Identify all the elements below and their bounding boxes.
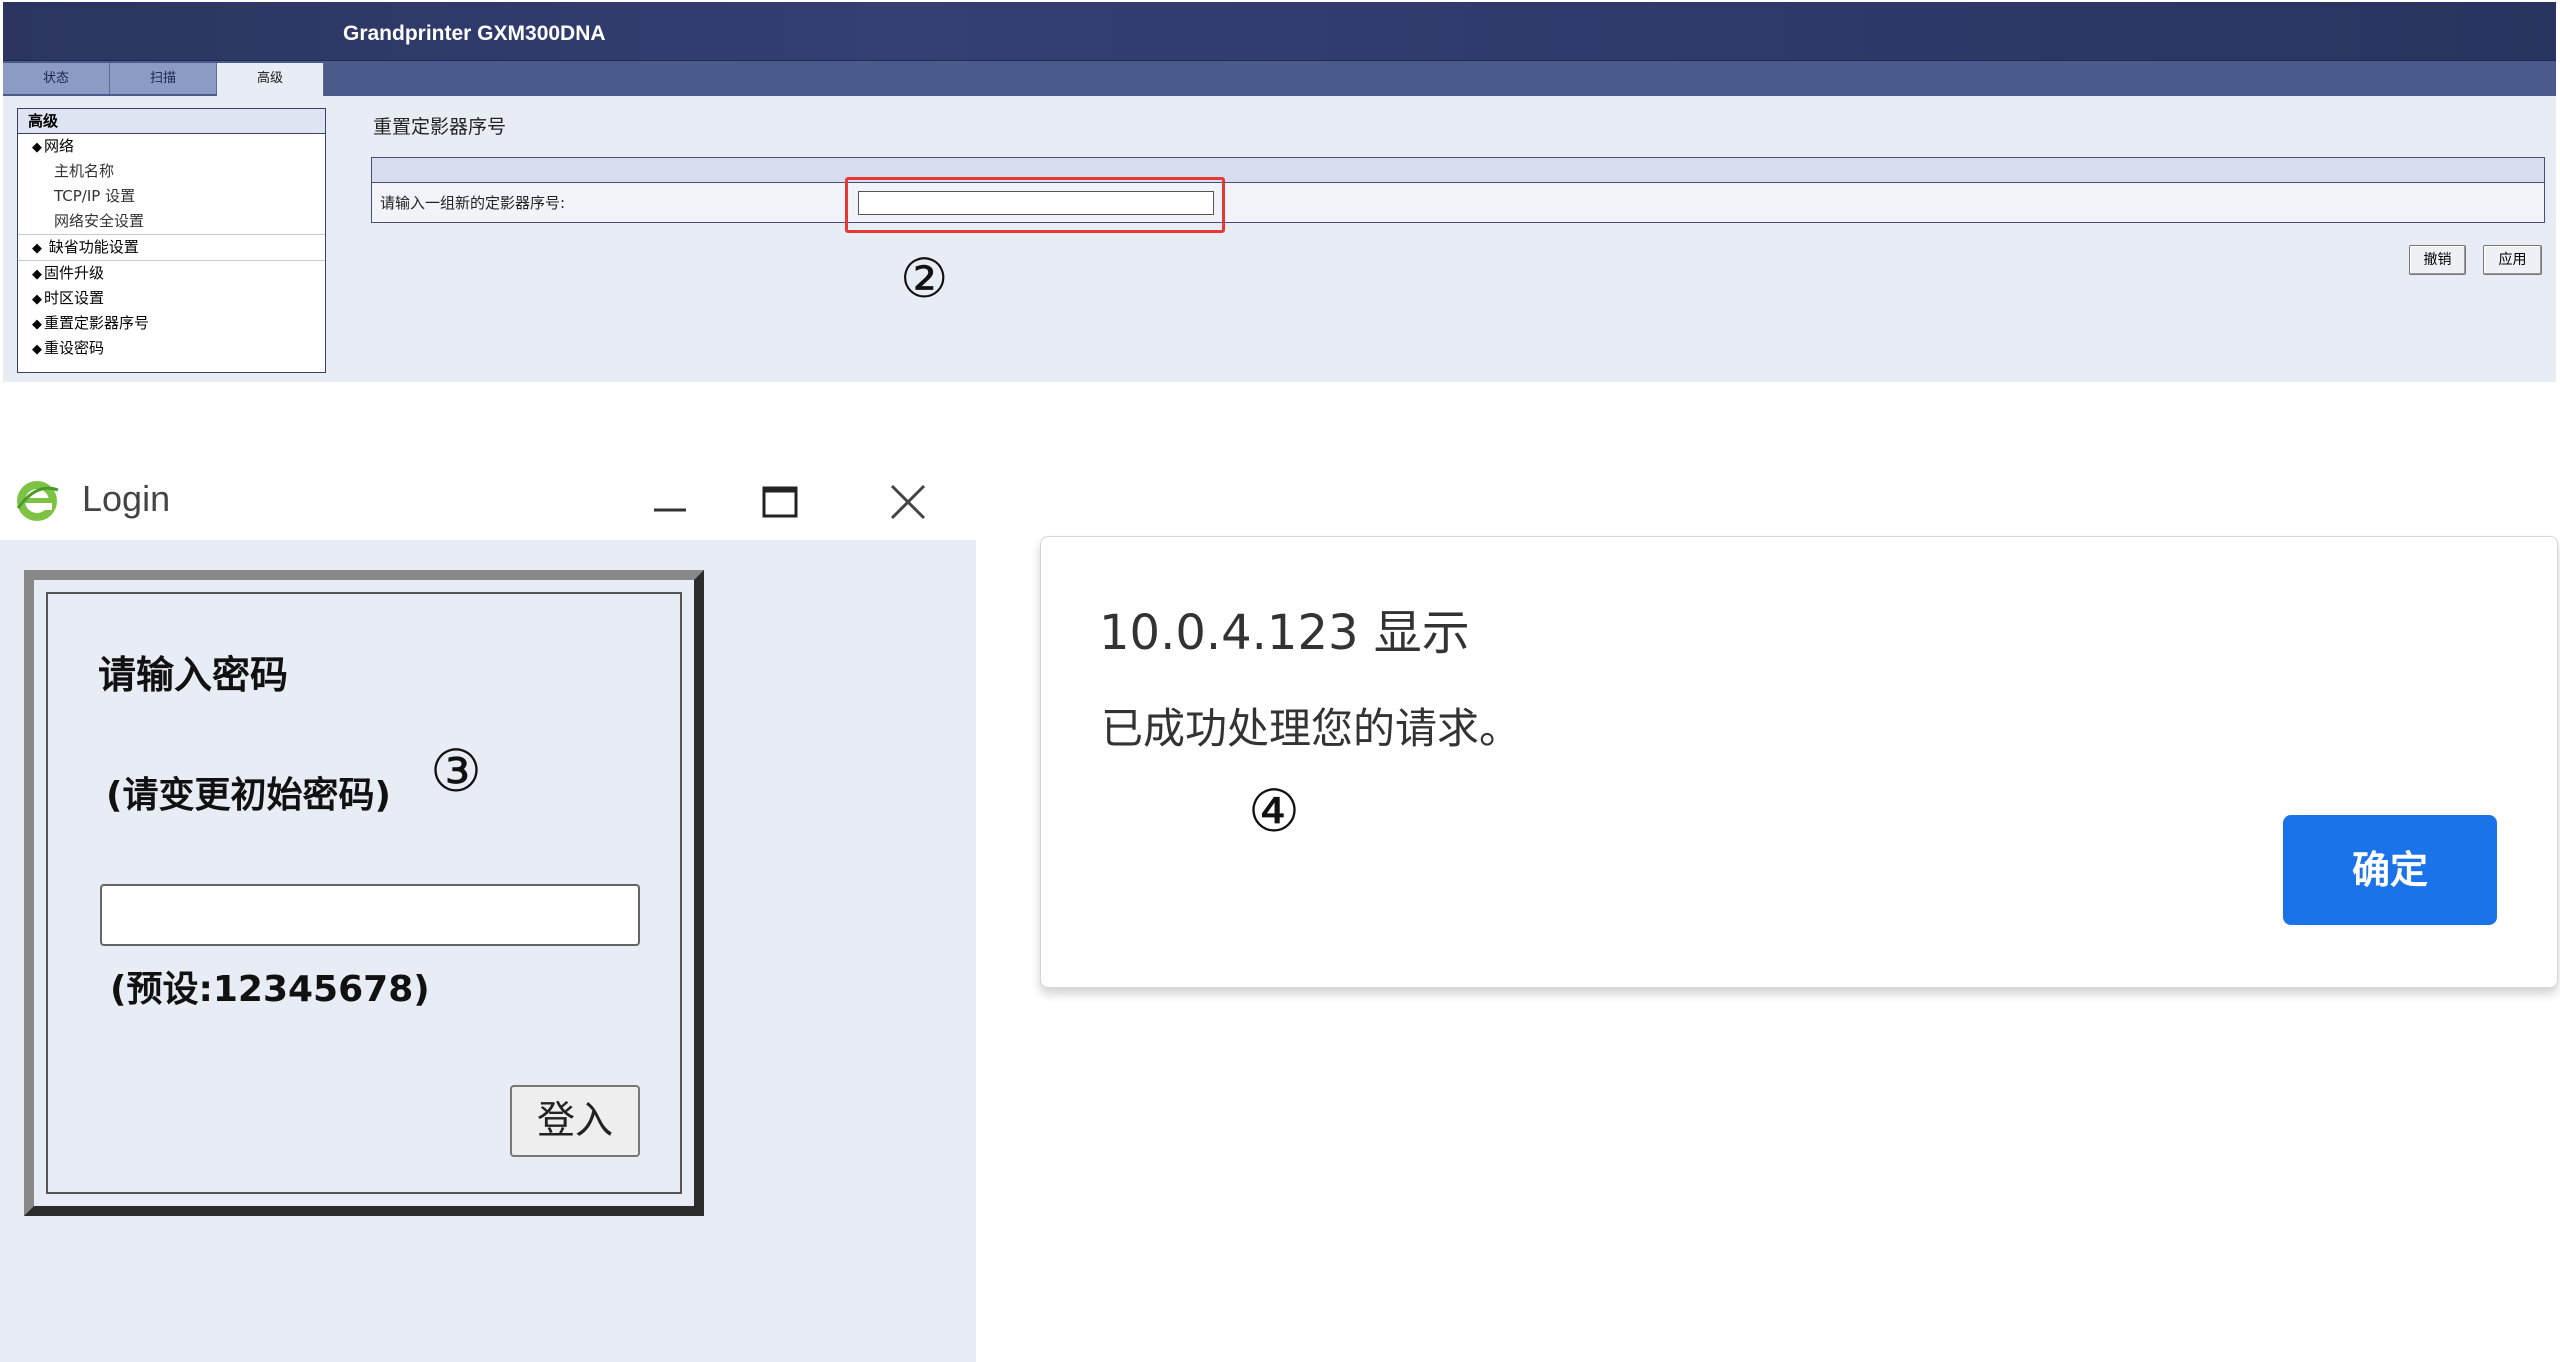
tab-advanced[interactable]: 高级: [217, 63, 324, 96]
prompt-title: 请输入密码: [98, 653, 289, 697]
sidebar-item-label: 网络: [44, 137, 75, 155]
tab-strip: 状态 扫描 高级: [3, 60, 2556, 96]
sidebar-item-label: 固件升级: [44, 264, 105, 282]
diamond-bullet-icon: ◆: [32, 241, 42, 256]
step-marker-2: ②: [900, 247, 949, 310]
prompt-note: (请变更初始密码): [106, 775, 391, 816]
browser-e-icon: [16, 481, 59, 521]
default-password-note: (预设:12345678): [110, 969, 430, 1010]
sidebar-item-reset-password[interactable]: ◆ 重设密码: [18, 336, 325, 361]
diamond-bullet-icon: ◆: [32, 267, 42, 282]
step-marker-3: ③: [430, 737, 482, 805]
sidebar-item-reset-fuser[interactable]: ◆ 重置定影器序号: [18, 311, 325, 336]
serial-label: 请输入一组新的定影器序号:: [380, 194, 566, 212]
sidebar-item-timezone[interactable]: ◆ 时区设置: [18, 286, 325, 311]
highlight-box: [845, 177, 1225, 233]
alert-origin: 10.0.4.123 显示: [1099, 605, 1470, 661]
sidebar-item-label: 重设密码: [44, 339, 105, 357]
sidebar-header: 高级: [18, 109, 325, 134]
sidebar-item-label: 重置定影器序号: [44, 314, 150, 332]
header-bar: Grandprinter GXM300DNA: [3, 2, 2556, 60]
diamond-bullet-icon: ◆: [32, 342, 42, 357]
sidebar-item-label: 缺省功能设置: [48, 238, 139, 256]
sidebar-item-hostname[interactable]: 主机名称: [18, 159, 325, 184]
sidebar-item-network-security[interactable]: 网络安全设置: [18, 209, 325, 234]
page-title: 重置定影器序号: [373, 116, 507, 138]
printer-web-ui: Grandprinter GXM300DNA 状态 扫描 高级 高级 ◆ 网络 主…: [3, 2, 2556, 382]
sidebar-item-network[interactable]: ◆ 网络: [18, 134, 325, 159]
cancel-button[interactable]: 撤销: [2409, 245, 2466, 275]
tab-scan[interactable]: 扫描: [110, 63, 217, 94]
apply-button[interactable]: 应用: [2483, 245, 2542, 275]
login-button[interactable]: 登入: [510, 1085, 640, 1157]
product-title: Grandprinter GXM300DNA: [343, 22, 606, 45]
serial-form-panel: 请输入一组新的定影器序号:: [371, 157, 2545, 223]
step-marker-4: ④: [1248, 777, 1300, 845]
alert-dialog: 10.0.4.123 显示 已成功处理您的请求。 确定: [1040, 536, 2558, 988]
window-title: Login: [82, 478, 171, 519]
tab-status[interactable]: 状态: [3, 63, 110, 94]
sidebar-item-label: 时区设置: [44, 289, 105, 307]
sidebar-item-tcpip[interactable]: TCP/IP 设置: [18, 184, 325, 209]
minimize-icon[interactable]: [646, 480, 694, 524]
sidebar: 高级 ◆ 网络 主机名称 TCP/IP 设置 网络安全设置 ◆ 缺省功能设置 ◆ 固…: [17, 108, 326, 373]
sidebar-item-firmware[interactable]: ◆ 固件升级: [18, 260, 325, 286]
window-titlebar: Login: [0, 460, 976, 538]
diamond-bullet-icon: ◆: [32, 292, 42, 307]
ok-button[interactable]: 确定: [2283, 815, 2497, 925]
panel-header: [372, 158, 2544, 183]
diamond-bullet-icon: ◆: [32, 317, 42, 332]
close-icon[interactable]: [884, 480, 932, 524]
password-input[interactable]: [100, 884, 640, 946]
login-body: 请输入密码 (请变更初始密码): [0, 540, 976, 1362]
sidebar-item-default-function[interactable]: ◆ 缺省功能设置: [18, 234, 325, 260]
diamond-bullet-icon: ◆: [32, 140, 42, 155]
alert-message: 已成功处理您的请求。: [1101, 704, 1522, 753]
maximize-icon[interactable]: [756, 480, 804, 524]
